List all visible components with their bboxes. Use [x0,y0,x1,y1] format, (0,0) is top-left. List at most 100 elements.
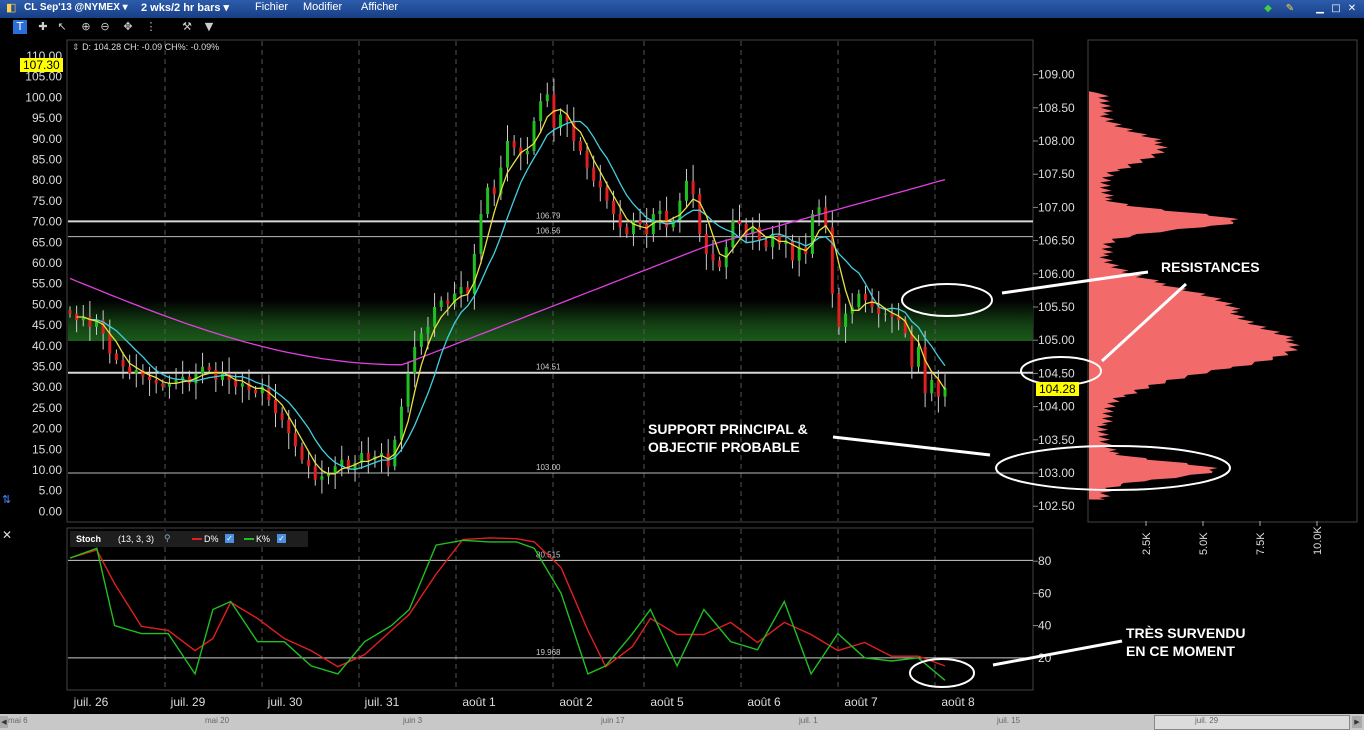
right-axis-label: 103.50 [1038,433,1075,447]
candle-body [320,476,324,480]
candle-body [287,419,291,434]
candle-body [366,453,370,460]
candle-body [777,233,781,244]
sb-label: mai 20 [205,716,230,725]
last-price-flag: 104.28 [1036,382,1079,396]
sb-label: juin 17 [601,716,625,725]
ma-fast-line [76,108,946,475]
left-axis-label: 75.00 [32,194,62,208]
price-chart[interactable]: 106.79 106.56 104.51 103.00 juil. 26 juil. 2… [0,0,1364,714]
candle-body [148,376,152,381]
k-checkbox[interactable]: ✓ [277,534,286,543]
candle-body [121,360,125,367]
candle-body [916,346,920,367]
lock-icon[interactable]: ⚲ [164,533,171,544]
left-price-flag: 107.30 [20,58,63,72]
candle-body [207,366,211,371]
ma-mid-line [83,120,946,470]
candle-body [506,141,509,168]
candle-body [605,187,609,201]
candle-body [711,253,715,261]
right-axis-label: 105.00 [1038,333,1075,347]
candle-body [890,313,894,317]
candle-body [313,466,317,480]
candle-body [665,210,669,228]
left-axis-label: 15.00 [32,442,62,456]
left-axis-label: 80.00 [32,173,62,187]
sb-label: juil. 29 [1195,716,1219,725]
candle-body [108,333,112,354]
right-axis-label: 108.00 [1038,134,1075,148]
sb-label: mai 6 [8,716,28,725]
left-axis-label: 90.00 [32,132,62,146]
k-label: K% [256,534,271,544]
scroll-right-icon[interactable]: ▶ [1352,716,1362,728]
stoch-params: (13, 3, 3) [118,534,155,544]
level-label: 106.79 [536,211,561,220]
profile-axis-label: 2.5K [1141,532,1153,555]
oversold-circle [909,658,975,688]
candle-body [128,366,132,374]
candle-body [426,326,430,334]
candle-body [936,380,940,397]
left-axis-label: 85.00 [32,153,62,167]
scroll-left-icon[interactable]: ◀ [0,716,8,728]
annotation-oversold-1: TRÈS SURVENDU [1126,625,1246,641]
x-tick-label: juil. 31 [364,695,400,709]
d-checkbox[interactable]: ✓ [225,534,234,543]
candle-body [718,260,722,268]
support-pointer [832,435,991,457]
left-axis-label: 100.00 [25,90,62,104]
candle-body [698,194,702,234]
stoch-d-line [69,537,946,668]
candle-body [625,227,629,234]
candle-body [406,373,410,407]
profile-axis-label: 7.5K [1255,532,1267,555]
candle-body [486,187,490,215]
sb-label: juil. 1 [799,716,818,725]
stoch-axis-label: 20 [1038,651,1052,665]
d-label: D% [204,534,219,544]
candle-body [114,353,118,361]
annotation-oversold-2: EN CE MOMENT [1126,643,1235,659]
candle-body [459,287,463,294]
right-axis-label: 108.50 [1038,101,1075,115]
candle-body [837,293,841,327]
candle-body [201,366,205,374]
profile-axis-label: 10.0K [1312,526,1324,555]
candle-body [399,406,403,440]
candle-body [704,233,708,254]
right-axis-label: 106.50 [1038,234,1075,248]
candle-body [254,390,258,394]
candle-body [280,413,284,420]
candle-body [273,399,277,414]
readout-text: D: 104.28 CH: -0.09 CH%: -0.09% [82,42,220,52]
x-tick-label: août 5 [650,695,684,709]
stoch-level-label: 19.968 [536,648,561,657]
stoch-name: Stoch [76,534,102,544]
right-axis-label: 104.00 [1038,400,1075,414]
support-zone [68,300,1033,341]
left-axis-label: 95.00 [32,111,62,125]
stoch-axis-label: 40 [1038,619,1052,633]
candle-body [512,141,516,148]
left-axis-label: 50.00 [32,297,62,311]
scroll-thumb[interactable] [1154,715,1350,730]
x-tick-label: août 2 [559,695,593,709]
candle-body [645,224,649,234]
candle-body [439,300,443,307]
candle-body [658,210,662,215]
candle-body [333,466,337,473]
time-scrollbar[interactable]: ◀ mai 6 mai 20 juin 3 juin 17 juil. 1 ju… [0,714,1364,730]
candle-body [300,446,304,460]
left-axis-label: 5.00 [39,484,63,498]
left-axis-label: 30.00 [32,380,62,394]
candle-body [691,180,695,195]
candle-body [757,227,761,241]
price-panel-frame [66,39,1034,523]
candle-body [857,293,861,307]
candle-body [240,383,244,387]
candle-body [545,94,549,102]
candle-body [738,220,742,224]
candle-body [293,433,297,447]
